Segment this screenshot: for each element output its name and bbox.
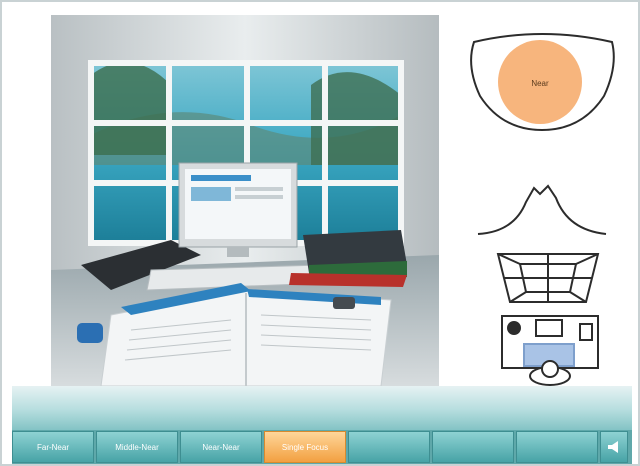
single-focus-button[interactable]: Single Focus bbox=[264, 431, 346, 463]
middle-near-button[interactable]: Middle-Near bbox=[96, 431, 178, 463]
room-grid-icon bbox=[496, 253, 600, 303]
empty-slot-2 bbox=[432, 431, 514, 463]
lens-diagram-panel: Near bbox=[462, 26, 622, 386]
near-zone-label: Near bbox=[531, 79, 549, 88]
app-frame: Near Far-Near Middle-Near Near-Near Sing… bbox=[0, 0, 640, 466]
empty-slot-1 bbox=[348, 431, 430, 463]
empty-slot-3 bbox=[516, 431, 598, 463]
far-near-button[interactable]: Far-Near bbox=[12, 431, 94, 463]
sound-button[interactable] bbox=[600, 431, 628, 463]
scene-photo bbox=[51, 15, 439, 386]
mountain-icon bbox=[477, 184, 607, 235]
toolbar: Far-Near Middle-Near Near-Near Single Fo… bbox=[12, 430, 632, 464]
speaker-icon bbox=[608, 441, 618, 453]
lens-zone-diagram: Near bbox=[470, 33, 615, 132]
desk-topview-icon bbox=[501, 315, 599, 386]
near-near-button[interactable]: Near-Near bbox=[180, 431, 262, 463]
desk-scene-illustration bbox=[51, 15, 439, 386]
